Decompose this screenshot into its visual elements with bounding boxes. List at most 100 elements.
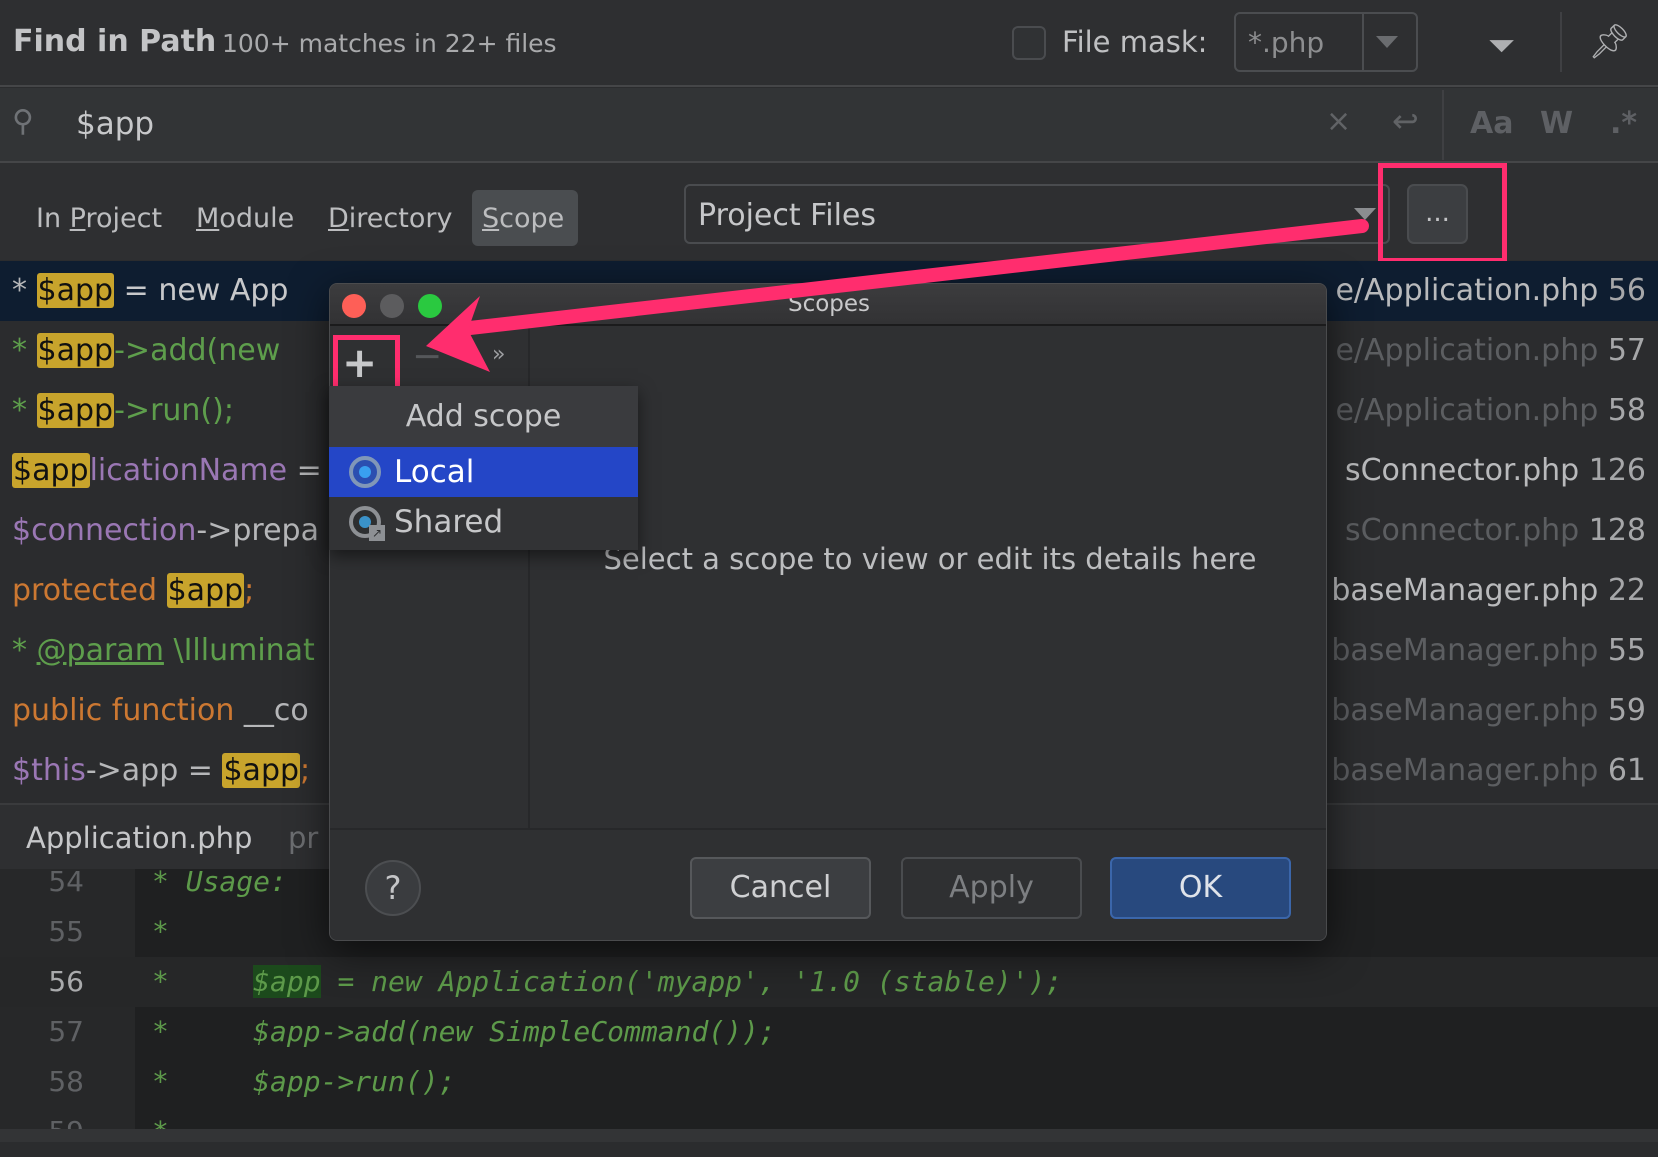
code-token: licationName (89, 453, 288, 488)
code-token: * (12, 273, 37, 308)
match-highlight: $app (222, 753, 301, 788)
menu-item-label: Shared (394, 504, 504, 540)
tab-label: cope (499, 203, 565, 234)
match-highlight: $app (12, 453, 90, 488)
tab-in-project[interactable]: In Project (36, 203, 162, 251)
line-number: 54 (48, 865, 84, 898)
result-file: e/Application.php (1335, 333, 1608, 368)
scope-value: Project Files (698, 198, 877, 233)
match-case-toggle[interactable]: Aa (1470, 106, 1513, 141)
code-token: ->add(new (114, 333, 281, 368)
result-line-number: 126 (1588, 453, 1646, 488)
dialog-footer: ? Cancel Apply OK (330, 828, 1326, 940)
tab-label: irectory (348, 203, 453, 234)
result-line-number: 55 (1607, 633, 1646, 668)
preview-file-name: Application.php (26, 821, 253, 855)
match-highlight: $app (36, 393, 115, 428)
dialog-titlebar[interactable]: Scopes (330, 284, 1326, 326)
filter-icon[interactable]: ⏷ (1488, 26, 1515, 66)
result-line-number: 128 (1588, 513, 1646, 548)
local-scope-icon (349, 456, 381, 488)
code-token: * (152, 965, 254, 998)
dialog-title: Find in Path (13, 24, 217, 59)
result-line-number: 58 (1607, 393, 1646, 428)
code-token: protected (12, 573, 167, 608)
scope-combo[interactable]: Project Files (684, 184, 1390, 244)
result-line-number: 57 (1607, 333, 1646, 368)
result-snippet: $this->app = $app; (12, 741, 310, 801)
file-mask-checkbox[interactable] (1012, 26, 1046, 60)
result-line-number: 59 (1607, 693, 1646, 728)
ok-button[interactable]: OK (1110, 857, 1291, 919)
code-token: ->run(); (114, 393, 234, 428)
whole-words-toggle[interactable]: W (1540, 106, 1573, 141)
result-location: sConnector.php 128 (1345, 501, 1646, 561)
result-snippet: $applicationName = (12, 441, 322, 501)
result-snippet: * $app->run(); (12, 381, 234, 441)
search-row: ⚲ $app × ↩ Aa W .* (0, 88, 1658, 163)
annotation-highlight-box (1378, 163, 1507, 263)
file-mask-combo[interactable]: *.php (1234, 12, 1418, 72)
tab-scope[interactable]: Scope (482, 203, 564, 251)
chevron-down-icon[interactable] (1376, 36, 1398, 48)
result-line-number: 22 (1607, 573, 1646, 608)
search-input[interactable]: $app (76, 106, 154, 142)
code-token: public function (12, 693, 244, 728)
newline-icon[interactable]: ↩ (1392, 102, 1419, 140)
clear-icon[interactable]: × (1326, 104, 1351, 139)
line-number: 55 (48, 915, 84, 948)
code-line: 58 * $app->run(); (0, 1057, 1658, 1107)
divider (1560, 12, 1562, 72)
tab-label: roject (85, 203, 163, 234)
code-line: 57 * $app->add(new SimpleCommand()); (0, 1007, 1658, 1057)
mnemonic: P (69, 203, 86, 234)
remove-icon[interactable]: − (412, 336, 442, 377)
result-file: e/Application.php (1335, 393, 1608, 428)
match-highlight: $app (253, 965, 321, 998)
apply-button[interactable]: Apply (901, 857, 1082, 919)
regex-toggle[interactable]: .* (1610, 106, 1637, 141)
help-button[interactable]: ? (365, 860, 421, 916)
annotation-highlight-box (333, 335, 400, 391)
pin-icon[interactable]: 📌︎ (1588, 22, 1631, 62)
code-token: $this (12, 753, 86, 788)
result-line-number: 61 (1607, 753, 1646, 788)
code-token: = new Application('myapp', '1.0 (stable)… (320, 965, 1063, 998)
code-text: * Usage: (152, 857, 287, 907)
line-number: 56 (48, 965, 84, 998)
empty-details-message: Select a scope to view or edit its detai… (603, 542, 1257, 576)
code-token: * (12, 633, 37, 668)
result-file: sConnector.php (1344, 513, 1589, 548)
result-line-number: 56 (1607, 273, 1646, 308)
match-highlight: $app (36, 273, 115, 308)
tab-module[interactable]: Module (196, 203, 294, 251)
result-location: baseManager.php 55 (1331, 621, 1646, 681)
cancel-button[interactable]: Cancel (690, 857, 871, 919)
code-token: $connection (12, 513, 197, 548)
chevron-down-icon[interactable] (1354, 208, 1376, 220)
match-count: 100+ matches in 22+ files (222, 29, 557, 58)
menu-item-shared[interactable]: ↗ Shared (329, 497, 638, 547)
dialog-title: Scopes (787, 291, 871, 317)
code-text: * $app->run(); (152, 1057, 455, 1107)
code-token: ->app = (85, 753, 223, 788)
result-file: e/Application.php (1335, 273, 1608, 308)
result-location: e/Application.php 56 (1335, 261, 1646, 321)
code-text: * $app->add(new SimpleCommand()); (152, 1007, 776, 1057)
popup-header: Add scope (329, 386, 638, 447)
result-snippet: protected $app; (12, 561, 254, 621)
tab-label: In (36, 203, 70, 234)
menu-item-local[interactable]: Local (329, 447, 638, 497)
code-token: * $app->add(new SimpleCommand()); (152, 1015, 776, 1048)
divider (1362, 14, 1364, 70)
tab-directory[interactable]: Directory (328, 203, 452, 251)
code-token: __co (243, 693, 309, 728)
more-icon[interactable]: » (492, 342, 505, 367)
code-token: ->prepa (196, 513, 319, 548)
search-icon[interactable]: ⚲ (12, 104, 34, 139)
result-snippet: * $app = new App (12, 261, 288, 321)
scopes-dialog: Scopes + − » Select a scope to view or e… (329, 283, 1327, 941)
divider (1442, 90, 1444, 160)
mnemonic: S (482, 203, 500, 234)
result-snippet: * @param \Illuminat (12, 621, 315, 681)
